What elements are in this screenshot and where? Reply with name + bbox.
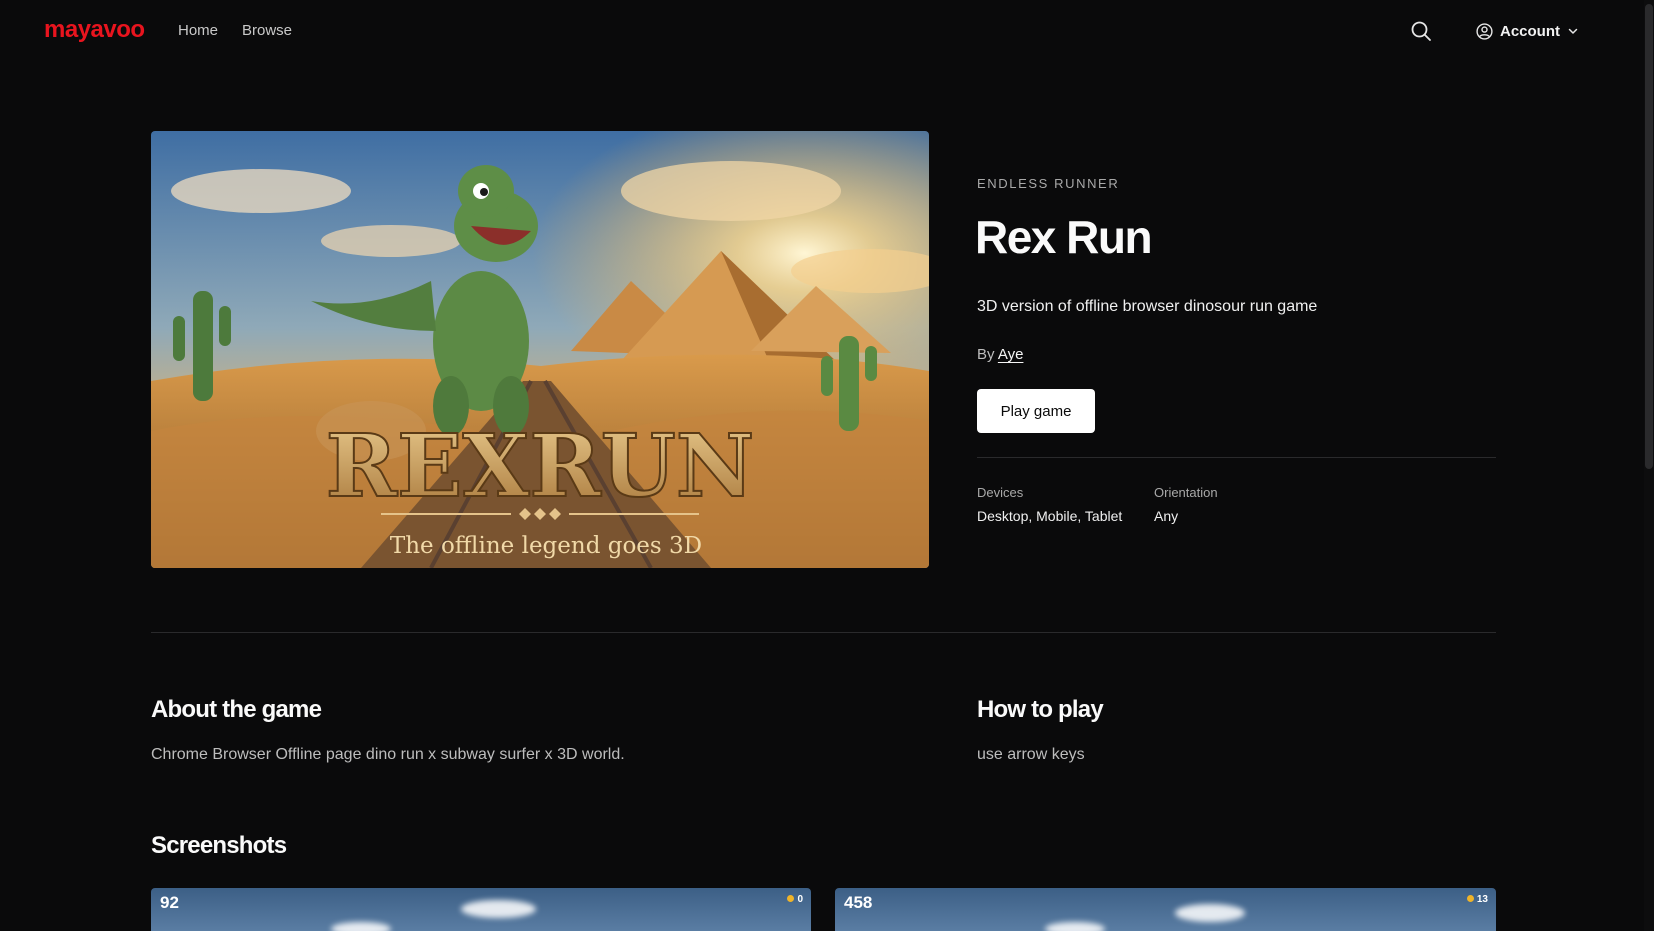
search-icon xyxy=(1411,21,1431,41)
screenshot-thumbnail-2[interactable]: 458 13 xyxy=(835,888,1496,931)
game-tagline: 3D version of offline browser dinosour r… xyxy=(977,298,1318,315)
game-genre: ENDLESS RUNNER xyxy=(977,176,1120,191)
coin-count: 13 xyxy=(1476,894,1488,905)
nav-home-link[interactable]: Home xyxy=(178,22,218,39)
top-navigation: mayavoo Home Browse Account xyxy=(0,0,1654,62)
coin-count: 0 xyxy=(797,894,803,905)
info-divider xyxy=(977,457,1496,458)
search-button[interactable] xyxy=(1410,20,1432,42)
orientation-value: Any xyxy=(1154,508,1179,524)
screenshot-thumbnail-1[interactable]: 92 0 xyxy=(151,888,811,931)
screenshot-coins: 13 xyxy=(1466,894,1488,905)
how-to-play-text: use arrow keys xyxy=(977,746,1085,763)
devices-value: Desktop, Mobile, Tablet xyxy=(977,508,1123,524)
about-text: Chrome Browser Offline page dino run x s… xyxy=(151,746,625,763)
devices-label: Devices xyxy=(977,485,1024,500)
account-menu-button[interactable]: Account xyxy=(1476,20,1579,42)
author-link[interactable]: Aye xyxy=(998,346,1024,363)
how-to-play-heading: How to play xyxy=(977,696,1104,723)
coin-icon xyxy=(787,895,795,902)
by-prefix: By xyxy=(977,346,995,363)
screenshot-score: 92 xyxy=(160,893,179,912)
brand-logo[interactable]: mayavoo xyxy=(44,16,145,44)
game-title: Rex Run xyxy=(975,211,1153,263)
screenshot-coins: 0 xyxy=(787,894,803,905)
cover-title-text: REXRUN xyxy=(326,416,755,517)
coin-icon xyxy=(1466,895,1474,902)
page-scrollbar[interactable] xyxy=(1644,0,1654,931)
cover-tagline-text: The offline legend goes 3D xyxy=(390,533,702,559)
nav-browse-link[interactable]: Browse xyxy=(242,22,292,39)
screenshots-heading: Screenshots xyxy=(151,832,287,859)
game-cover-image: REXRUN The offline legend goes 3D xyxy=(151,131,929,568)
play-game-button[interactable]: Play game xyxy=(977,389,1095,433)
section-divider xyxy=(151,632,1496,633)
chevron-down-icon xyxy=(1568,28,1578,34)
user-circle-icon xyxy=(1476,22,1493,40)
scrollbar-thumb[interactable] xyxy=(1645,4,1653,469)
about-heading: About the game xyxy=(151,696,322,723)
game-author-line: By Aye xyxy=(977,346,1023,363)
orientation-label: Orientation xyxy=(1154,485,1218,500)
account-label: Account xyxy=(1500,22,1560,40)
screenshot-score: 458 xyxy=(844,893,873,912)
